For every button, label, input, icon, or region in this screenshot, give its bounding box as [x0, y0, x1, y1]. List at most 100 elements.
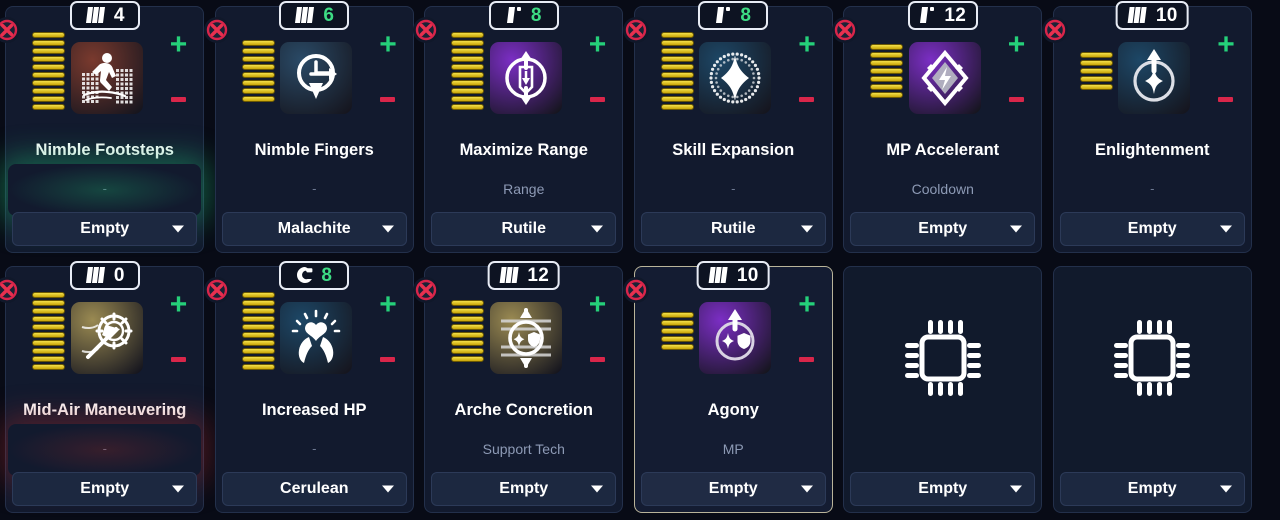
shield-sparkle-cycle-icon [489, 302, 562, 374]
level-pip [241, 332, 275, 338]
slot-select[interactable]: Empty [640, 472, 826, 506]
decrease-level-button[interactable] [799, 97, 815, 102]
slot-select[interactable]: Rutile [431, 212, 617, 246]
diamond-gem-icon [908, 42, 981, 114]
level-pips [241, 40, 275, 102]
level-pip [660, 312, 694, 318]
increase-level-button[interactable]: + [1008, 30, 1026, 60]
augment-card[interactable]: 8 + Maximize Range Range Rutile [413, 1, 624, 253]
augment-card[interactable]: 12 + Arche Concretion Support Tech Empty [413, 261, 624, 513]
level-pip [451, 340, 485, 346]
remove-augment-button[interactable] [203, 277, 230, 303]
slot-select[interactable]: Empty [850, 472, 1036, 506]
rank-badge: 8 [698, 1, 769, 30]
remove-augment-button[interactable] [203, 17, 230, 43]
empty-augment-card[interactable]: Empty [1052, 266, 1252, 513]
increase-level-button[interactable]: + [589, 290, 607, 320]
augment-card[interactable]: 10 + Enlightenment - Empty [1041, 1, 1252, 253]
slot-select-value: Empty [918, 220, 968, 237]
slot-select-value: Cerulean [280, 480, 349, 497]
rank-badge: 6 [279, 1, 350, 30]
remove-augment-button[interactable] [0, 277, 21, 303]
slot-select[interactable]: Rutile [640, 212, 826, 246]
level-controls: + [798, 30, 816, 106]
slot-select[interactable]: Cerulean [221, 472, 407, 506]
augment-card[interactable]: 8 + Increased HP - Cerulean [203, 261, 414, 513]
augment-slot: Empty [838, 260, 1048, 520]
decrease-level-button[interactable] [380, 97, 396, 102]
chevron-down-icon [800, 485, 813, 493]
level-pip [241, 96, 275, 102]
decrease-level-button[interactable] [1218, 97, 1234, 102]
level-pip [32, 56, 66, 62]
increase-level-button[interactable]: + [589, 30, 607, 60]
augment-slot: 0 + Mid-Air Maneuvering - Empty [0, 260, 210, 520]
level-pip [870, 84, 904, 90]
empty-augment-card[interactable]: Empty [843, 266, 1043, 513]
decrease-level-button[interactable] [799, 357, 815, 362]
hands-heart-icon [280, 302, 353, 374]
rank-badge: 12 [907, 1, 978, 30]
decrease-level-button[interactable] [170, 97, 186, 102]
level-pip [32, 88, 66, 94]
level-pip [451, 48, 485, 54]
rank-badge: 10 [1115, 1, 1189, 30]
increase-level-button[interactable]: + [379, 30, 397, 60]
augment-slot: 8 + Maximize Range Range Rutile [413, 0, 629, 260]
level-pip [241, 308, 275, 314]
decrease-level-button[interactable] [380, 357, 396, 362]
level-pip [32, 324, 66, 330]
remove-augment-button[interactable] [413, 277, 440, 303]
level-pip [660, 336, 694, 342]
rank-value: 8 [530, 5, 542, 26]
slot-select[interactable]: Empty [12, 472, 198, 506]
runner-icon [70, 42, 143, 114]
decrease-level-button[interactable] [589, 97, 605, 102]
increase-level-button[interactable]: + [379, 290, 397, 320]
remove-augment-button[interactable] [832, 17, 859, 43]
level-controls: + [1008, 30, 1026, 106]
sparkle-burst-icon [699, 42, 772, 114]
remove-augment-button[interactable] [0, 17, 21, 43]
increase-level-button[interactable]: + [798, 290, 816, 320]
augment-card[interactable]: 6 + Nimble Fingers - Malachite [203, 1, 414, 253]
increase-level-button[interactable]: + [170, 290, 188, 320]
remove-augment-button[interactable] [622, 17, 649, 43]
decrease-level-button[interactable] [589, 357, 605, 362]
remove-augment-button[interactable] [413, 17, 440, 43]
slot-select[interactable]: Empty [1059, 212, 1245, 246]
level-pip [32, 308, 66, 314]
slot-select[interactable]: Empty [1059, 472, 1245, 506]
level-pip [32, 300, 66, 306]
slot-select[interactable]: Empty [850, 212, 1036, 246]
slot-select[interactable]: Malachite [221, 212, 407, 246]
augment-card[interactable]: 10 + Agony MP Empty [622, 261, 833, 513]
increase-level-button[interactable]: + [798, 30, 816, 60]
increase-level-button[interactable]: + [170, 30, 188, 60]
augment-card[interactable]: 0 + Mid-Air Maneuvering - Empty [0, 261, 205, 513]
augment-card[interactable]: 8 + Skill Expansion - Rutile [622, 1, 833, 253]
augment-name: Increased HP [261, 401, 367, 419]
level-pip [241, 364, 275, 370]
slot-select[interactable]: Empty [431, 472, 617, 506]
remove-augment-button[interactable] [622, 277, 649, 303]
remove-augment-button[interactable] [1041, 17, 1068, 43]
increase-level-button[interactable]: + [1217, 30, 1235, 60]
level-pip [241, 324, 275, 330]
rank-value: 12 [527, 265, 550, 286]
augment-category: Cooldown [911, 181, 974, 197]
augment-category: - [102, 441, 107, 456]
augment-card[interactable]: 12 + MP Accelerant Cooldown Empty [832, 1, 1043, 253]
augment-slot: 4 + Nimble Footsteps - Empty [0, 0, 210, 260]
decrease-level-button[interactable] [170, 357, 186, 362]
rank-badge: 8 [279, 261, 350, 290]
level-pip [241, 64, 275, 70]
augment-card[interactable]: 4 + Nimble Footsteps - Empty [0, 1, 205, 253]
slot-select[interactable]: Empty [12, 212, 198, 246]
rank-one-bar-icon [715, 6, 733, 25]
augment-name: MP Accelerant [886, 141, 1000, 159]
decrease-level-button[interactable] [1008, 97, 1024, 102]
slot-select-value: Empty [708, 480, 758, 497]
rank-three-bars-icon [708, 266, 730, 285]
level-pip [32, 40, 66, 46]
